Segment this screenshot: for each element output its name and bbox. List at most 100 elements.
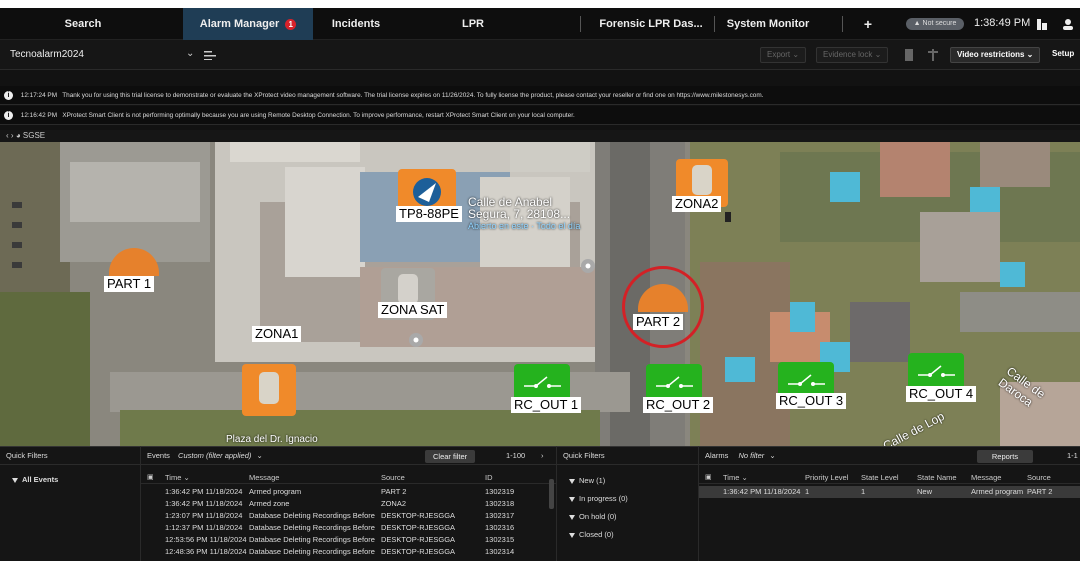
table-cell: 12:53:56 PM 11/18/2024 (165, 535, 247, 544)
alarms-filter-dropdown[interactable]: No filter (738, 451, 764, 460)
rc-out-2-label[interactable]: RC_OUT 2 (643, 397, 714, 413)
table-row[interactable]: 1:36:42 PM 11/18/2024 Armed program PART 2… (141, 486, 556, 498)
tab-alarm-manager[interactable]: Alarm Manager 1 (183, 8, 313, 40)
filter-on-hold-label: On hold (0) (579, 512, 617, 521)
events-header: Events Custom (filter applied) ⌄ Clear f… (141, 447, 556, 465)
table-cell: 1302314 (485, 547, 515, 556)
zona1-label[interactable]: ZONA1 (252, 326, 302, 342)
table-cell: 1:36:42 PM 11/18/2024 (723, 487, 801, 496)
evidence-lock-button[interactable]: Evidence lock ⌄ (816, 47, 889, 63)
tab-forensic-lpr-label: Forensic LPR Das... (599, 18, 703, 30)
site-dropdown-chevron-icon[interactable]: ⌄ (186, 48, 194, 59)
layout-settings-icon[interactable] (204, 50, 216, 60)
video-restrictions-button[interactable]: Video restrictions ⌄ (950, 47, 1041, 63)
next-page-icon[interactable]: › (541, 447, 544, 465)
export-label: Export (767, 50, 791, 59)
evidence-lock-label: Evidence lock (823, 50, 873, 59)
camera-tp8-label[interactable]: TP8-88PE (396, 206, 462, 222)
column-chooser-icon[interactable]: ▣ (147, 472, 157, 484)
zona-sat-label[interactable]: ZONA SAT (378, 302, 448, 318)
column-header-priority-level[interactable]: Priority Level (805, 472, 859, 484)
app-window: Search Alarm Manager 1 Incidents LPR For… (0, 8, 1080, 561)
table-cell: 1 (861, 487, 866, 496)
filter-on-hold[interactable]: On hold (0) (569, 512, 617, 521)
table-cell: Database Deleting Recordings Before (249, 511, 375, 520)
filter-new[interactable]: New (1) (569, 476, 605, 485)
table-cell: 1302319 (485, 487, 515, 496)
tab-incidents[interactable]: Incidents (313, 8, 399, 40)
user-icon[interactable] (1036, 18, 1048, 30)
table-row[interactable]: 1:36:42 PM 11/18/2024 Armed zone ZONA2 1302… (141, 498, 556, 510)
not-secure-badge[interactable]: ▲ Not secure (906, 18, 964, 30)
table-row[interactable]: 1:23:07 PM 11/18/2024 Database Deleting R… (141, 510, 556, 522)
table-cell: DESKTOP-RJESGGA (381, 547, 456, 556)
street-address: Segura, 7, 28108... (468, 207, 571, 221)
table-row[interactable]: 1:12:37 PM 11/18/2024 Database Deleting R… (141, 522, 556, 534)
chevron-down-icon[interactable]: ⌄ (256, 451, 262, 460)
column-header-time[interactable]: Time ⌄ (723, 472, 793, 484)
clock: 1:38:49 PM (974, 17, 1031, 29)
filter-all-events[interactable]: All Events (12, 475, 58, 484)
filter-closed[interactable]: Closed (0) (569, 530, 614, 539)
column-header-message[interactable]: Message (249, 472, 379, 484)
bookmark-icon[interactable] (904, 49, 914, 61)
table-cell: PART 2 (381, 487, 407, 496)
table-row[interactable]: 1:36:42 PM 11/18/2024 1 1 New Armed program P… (699, 486, 1080, 498)
rc-out-4-label[interactable]: RC_OUT 4 (906, 386, 977, 402)
rc-out-1-label[interactable]: RC_OUT 1 (511, 397, 582, 413)
tab-forensic-lpr[interactable]: Forensic LPR Das... (588, 8, 714, 40)
top-navigation-bar: Search Alarm Manager 1 Incidents LPR For… (0, 8, 1080, 40)
event-quick-filters-panel: Quick Filters All Events (0, 446, 140, 561)
add-tab-button[interactable]: + (856, 8, 880, 40)
filter-icon (569, 496, 575, 502)
column-header-message[interactable]: Message (971, 472, 1023, 484)
message-time: 12:17:24 PM (20, 92, 58, 99)
table-row[interactable]: 12:53:56 PM 11/18/2024 Database Deleting … (141, 534, 556, 546)
zona2-label[interactable]: ZONA2 (672, 196, 722, 212)
clear-filter-button[interactable]: Clear filter (425, 450, 476, 463)
column-header-source[interactable]: Source (1027, 472, 1077, 484)
message-text: Thank you for using this trial license t… (62, 92, 764, 99)
table-row[interactable]: 12:48:36 PM 11/18/2024 Database Deleting … (141, 546, 556, 558)
filter-in-progress-label: In progress (0) (579, 494, 628, 503)
column-header-state-name[interactable]: State Name (917, 472, 969, 484)
zona1-sensor-icon[interactable] (242, 364, 296, 416)
column-header-source[interactable]: Source (381, 472, 481, 484)
tab-divider (580, 16, 581, 32)
info-icon: i (4, 110, 13, 120)
pin-icon[interactable] (928, 49, 938, 61)
back-arrow-icon[interactable]: ‹ (6, 131, 9, 140)
table-cell: Database Deleting Recordings Before (249, 535, 375, 544)
table-cell: 12:48:36 PM 11/18/2024 (165, 547, 247, 556)
rc-out-3-label[interactable]: RC_OUT 3 (776, 393, 847, 409)
column-header-state-level[interactable]: State Level (861, 472, 913, 484)
alarms-panel: Alarms No filter ⌄ Reports 1-1 ▣ Time ⌄ … (698, 446, 1080, 561)
filter-icon (12, 477, 18, 483)
chevron-down-icon[interactable]: ⌄ (769, 451, 775, 460)
part1-label[interactable]: PART 1 (104, 276, 155, 292)
filter-new-label: New (1) (579, 476, 606, 485)
map-view[interactable]: Calle de Anabel Segura, 7, 28108... Abie… (0, 142, 1080, 446)
column-chooser-icon[interactable]: ▣ (705, 472, 715, 484)
message-time: 12:16:42 PM (20, 112, 58, 119)
table-cell: 1:23:07 PM 11/18/2024 (165, 511, 243, 520)
table-cell: 1:12:37 PM 11/18/2024 (165, 523, 243, 532)
quick-filters-title: Quick Filters (0, 447, 140, 465)
breadcrumb-label[interactable]: SGSE (23, 131, 45, 140)
remote-desktop-message: i 12:16:42 PM XProtect Smart Client is n… (0, 106, 1080, 125)
events-scrollbar-thumb[interactable] (549, 479, 554, 509)
export-button[interactable]: Export ⌄ (760, 47, 807, 63)
forward-arrow-icon[interactable]: › (11, 131, 14, 140)
tab-lpr[interactable]: LPR (430, 8, 516, 40)
filter-in-progress[interactable]: In progress (0) (569, 494, 628, 503)
column-header-id[interactable]: ID (485, 472, 545, 484)
events-filter-dropdown[interactable]: Custom (filter applied) (178, 451, 251, 460)
part2-label[interactable]: PART 2 (633, 314, 684, 330)
reports-button[interactable]: Reports (977, 450, 1033, 463)
tab-search[interactable]: Search (40, 8, 126, 40)
table-cell: 1302316 (485, 523, 515, 532)
profile-icon[interactable] (1062, 18, 1074, 30)
setup-button[interactable]: Setup (1052, 49, 1074, 58)
tab-system-monitor[interactable]: System Monitor (718, 8, 818, 40)
column-header-time[interactable]: Time ⌄ (165, 472, 245, 484)
